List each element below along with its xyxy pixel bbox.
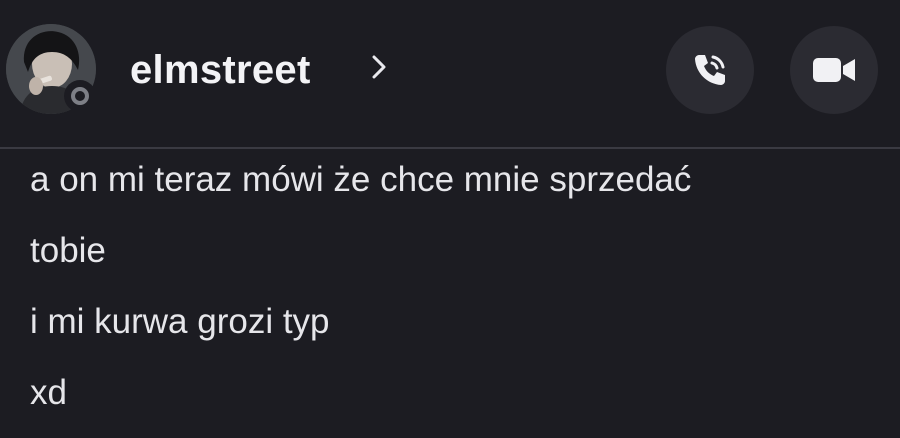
- header-divider: [0, 147, 900, 149]
- chat-header: elmstreet: [0, 0, 900, 147]
- message-text[interactable]: a on mi teraz mówi że chce mnie sprzedać: [30, 160, 890, 200]
- status-indicator: [64, 80, 96, 112]
- message-text[interactable]: xd: [30, 373, 890, 413]
- username-label[interactable]: elmstreet: [130, 44, 311, 96]
- video-call-button[interactable]: [790, 26, 878, 114]
- message-text[interactable]: tobie: [30, 231, 890, 271]
- chevron-right-icon[interactable]: [368, 52, 390, 82]
- video-camera-icon: [813, 58, 855, 82]
- voice-call-button[interactable]: [666, 26, 754, 114]
- message-text[interactable]: i mi kurwa grozi typ: [30, 302, 890, 342]
- phone-icon: [695, 55, 725, 85]
- message-list: a on mi teraz mówi że chce mnie sprzedać…: [30, 160, 890, 413]
